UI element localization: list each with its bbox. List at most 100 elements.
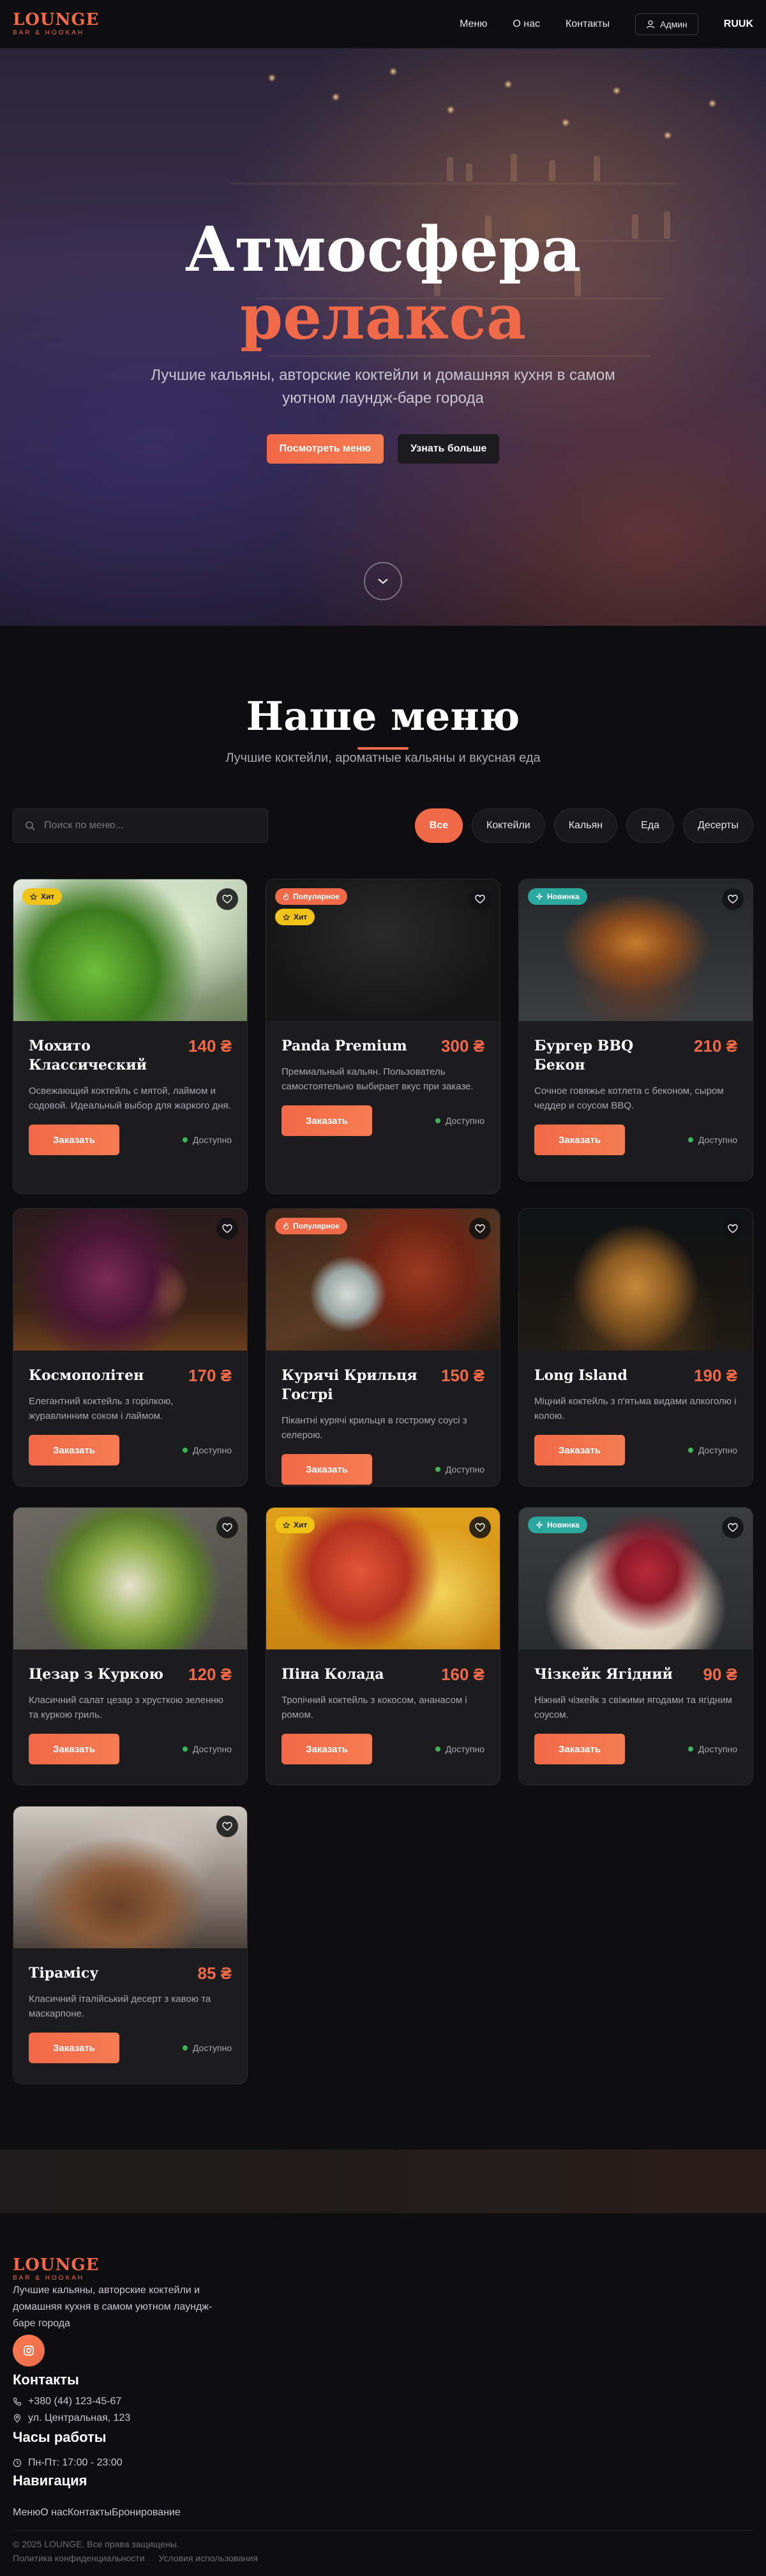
card-footer: Заказать Доступно <box>29 1435 232 1466</box>
order-button[interactable]: Заказать <box>534 1734 625 1764</box>
menu-card[interactable]: Long Island 190 ₴ Міцний коктейль з п'ят… <box>518 1208 753 1487</box>
availability-status: Доступно <box>435 1116 484 1126</box>
cheesecake-photo: Новинка <box>519 1508 753 1649</box>
badge-label: Популярное <box>293 892 340 901</box>
heart-icon <box>222 1822 232 1831</box>
menu-card[interactable]: Хит Піна Колада 160 ₴ Тропічний коктейль… <box>266 1507 500 1785</box>
footer-link-booking[interactable]: Бронирование <box>112 2507 181 2519</box>
category-filters: Все Коктейли Кальян Еда Десерты <box>414 808 753 843</box>
item-name: Космополітен <box>29 1367 144 1384</box>
availability-status: Доступно <box>687 1445 737 1455</box>
footer-phone[interactable]: +380 (44) 123-45-67 <box>13 2396 121 2407</box>
filter-food[interactable]: Еда <box>626 808 674 843</box>
favorite-button[interactable] <box>216 1517 238 1538</box>
clock-icon <box>13 2459 22 2467</box>
logo[interactable]: LOUNGE BAR & HOOKAH <box>13 11 99 36</box>
order-button[interactable]: Заказать <box>29 1435 119 1466</box>
card-header: Цезар з Куркою 120 ₴ <box>29 1665 232 1684</box>
order-button[interactable]: Заказать <box>282 1734 372 1764</box>
status-label: Доступно <box>192 1445 232 1455</box>
footer-link-contacts[interactable]: Контакты <box>68 2507 112 2519</box>
available-dot <box>687 1448 693 1453</box>
star-icon <box>283 913 290 921</box>
filter-desserts[interactable]: Десерты <box>682 808 753 843</box>
item-name: Мохито Классический <box>29 1038 147 1073</box>
nav-contacts-link[interactable]: Контакты <box>566 19 610 30</box>
filter-hookah[interactable]: Кальян <box>553 808 618 843</box>
item-description: Тропічний коктейль з кокосом, ананасом і… <box>282 1695 467 1720</box>
terms-link[interactable]: Условия использования <box>159 2553 258 2563</box>
card-body: Піна Колада 160 ₴ Тропічний коктейль з к… <box>266 1649 500 1778</box>
sparkle-icon <box>536 1521 543 1529</box>
instagram-button[interactable] <box>13 2335 45 2367</box>
language-switcher[interactable]: RUUK <box>724 19 753 30</box>
dark-texture-photo: Популярное Хит <box>266 879 500 1021</box>
status-label: Доступно <box>192 1135 232 1145</box>
star-icon <box>30 893 37 900</box>
pina-colada-photo: Хит <box>266 1508 500 1649</box>
favorite-button[interactable] <box>722 1218 744 1239</box>
favorite-button[interactable] <box>469 888 491 910</box>
favorite-button[interactable] <box>216 1815 238 1837</box>
badge-label: Хит <box>294 913 308 921</box>
favorite-button[interactable] <box>722 1517 744 1538</box>
order-button[interactable]: Заказать <box>282 1454 372 1485</box>
nav-about-link[interactable]: О нас <box>513 19 540 30</box>
user-icon <box>646 20 655 29</box>
search-input[interactable] <box>44 820 261 831</box>
menu-card[interactable]: Популярное Хит Panda Premium 300 ₴ Премиа… <box>266 879 500 1194</box>
item-description: Премиальный кальян. Пользователь самосто… <box>282 1066 474 1092</box>
card-body: Курячі Крильця Гострі 150 ₴ Пікантні кур… <box>266 1351 500 1486</box>
card-body: Бургер BBQ Бекон 210 ₴ Сочное говяжье ко… <box>519 1021 753 1169</box>
privacy-link[interactable]: Политика конфиденциальности <box>13 2553 145 2563</box>
favorite-button[interactable] <box>216 1218 238 1239</box>
menu-card[interactable]: Новинка Чізкейк Ягідний 90 ₴ Ніжний чізк… <box>518 1507 753 1785</box>
footer-link-menu[interactable]: Меню <box>13 2507 40 2519</box>
learn-more-button[interactable]: Узнать больше <box>398 434 500 464</box>
menu-card[interactable]: Тірамісу 85 ₴ Класичний італійський десе… <box>13 1806 248 2084</box>
admin-button[interactable]: Админ <box>635 13 698 35</box>
available-dot <box>182 1448 188 1453</box>
order-button[interactable]: Заказать <box>534 1435 625 1466</box>
menu-card[interactable]: Новинка Бургер BBQ Бекон 210 ₴ Сочное го… <box>518 879 753 1181</box>
menu-card[interactable]: Цезар з Куркою 120 ₴ Класичний салат цез… <box>13 1507 248 1785</box>
badge-new: Новинка <box>528 888 587 905</box>
filter-all[interactable]: Все <box>414 808 463 843</box>
order-button[interactable]: Заказать <box>282 1105 372 1136</box>
address-text: ул. Центральная, 123 <box>28 2413 131 2423</box>
favorite-button[interactable] <box>469 1218 491 1239</box>
menu-card[interactable]: Популярное Курячі Крильця Гострі 150 ₴ П… <box>266 1208 500 1487</box>
item-description: Освежающий коктейль с мятой, лаймом и со… <box>29 1086 231 1111</box>
availability-status: Доступно <box>182 1135 232 1145</box>
order-button[interactable]: Заказать <box>29 2033 119 2063</box>
status-label: Доступно <box>698 1445 737 1455</box>
badge-label: Новинка <box>547 892 580 901</box>
nav-menu-link[interactable]: Меню <box>460 19 487 30</box>
filter-cocktails[interactable]: Коктейли <box>472 808 545 843</box>
heart-icon <box>475 895 485 904</box>
order-button[interactable]: Заказать <box>534 1125 625 1155</box>
footer-band <box>0 2149 766 2213</box>
available-dot <box>182 1746 188 1752</box>
scroll-down-button[interactable] <box>364 562 402 600</box>
menu-card[interactable]: Хит Мохито Классический 140 ₴ Освежающий… <box>13 879 248 1194</box>
footer-nav-title: Навигация <box>13 2473 87 2489</box>
item-description: Елегантний коктейль з горілкою, журавлин… <box>29 1396 174 1421</box>
menu-card[interactable]: Космополітен 170 ₴ Елегантний коктейль з… <box>13 1208 248 1487</box>
footer-link-about[interactable]: О нас <box>40 2507 68 2519</box>
available-dot <box>435 1467 440 1472</box>
status-label: Доступно <box>445 1464 484 1474</box>
favorite-button[interactable] <box>722 888 744 910</box>
item-name: Цезар з Куркою <box>29 1666 163 1683</box>
footer-logo[interactable]: LOUNGE BAR & HOOKAH <box>13 2257 99 2282</box>
footer-hours: Пн-Пт: 17:00 - 23:00 <box>13 2457 123 2469</box>
card-header: Чізкейк Ягідний 90 ₴ <box>534 1665 737 1684</box>
availability-status: Доступно <box>435 1744 484 1754</box>
view-menu-button[interactable]: Посмотреть меню <box>266 434 384 464</box>
order-button[interactable]: Заказать <box>29 1734 119 1764</box>
favorite-button[interactable] <box>216 888 238 910</box>
order-button[interactable]: Заказать <box>29 1125 119 1155</box>
phone-icon <box>13 2397 22 2406</box>
available-dot <box>435 1746 440 1752</box>
favorite-button[interactable] <box>469 1517 491 1538</box>
